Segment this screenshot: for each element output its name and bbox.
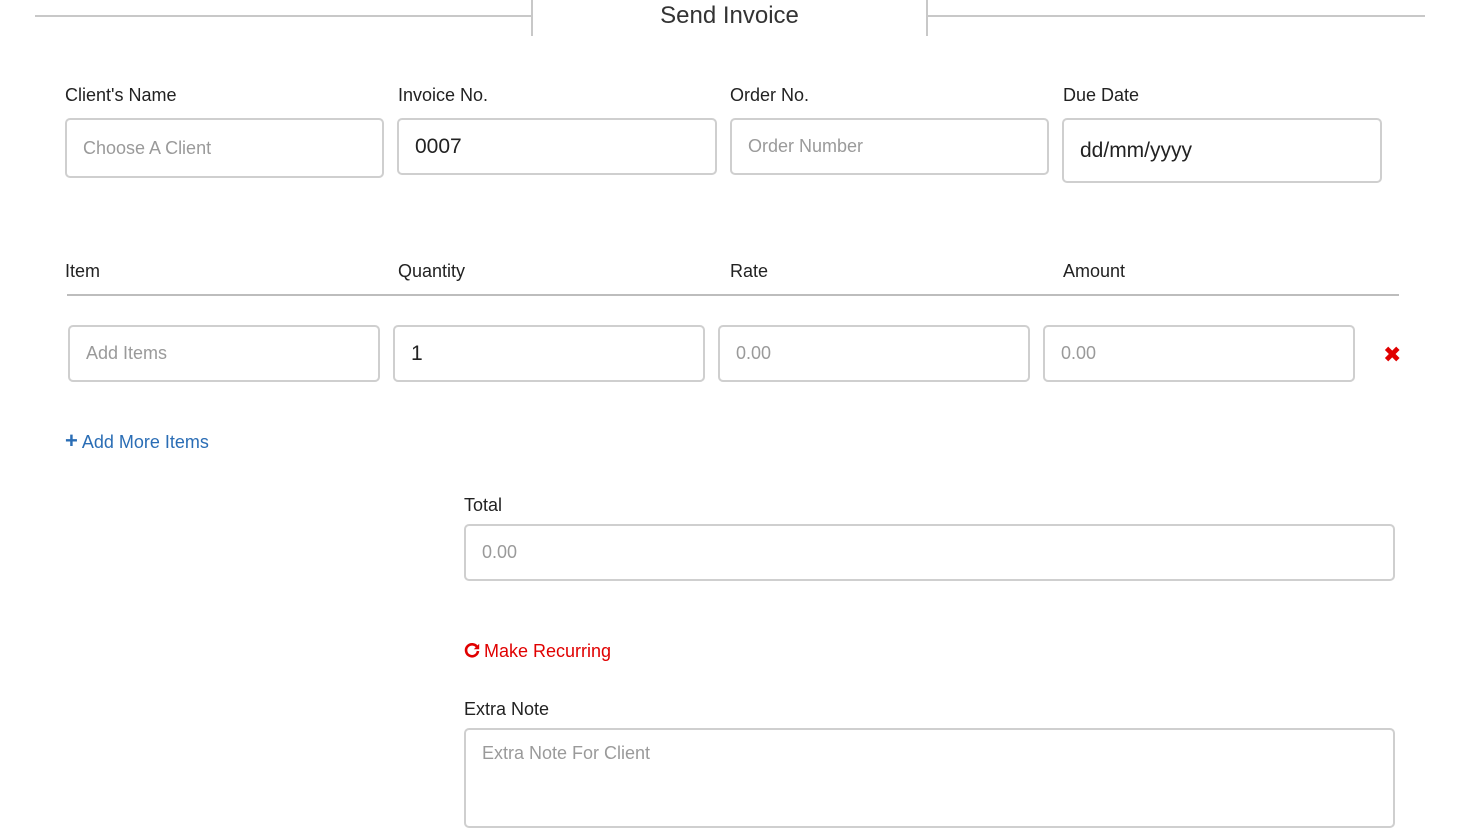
add-more-items-label: Add More Items	[81, 432, 209, 452]
extra-note-textarea[interactable]	[464, 728, 1395, 828]
item-input[interactable]	[68, 325, 380, 382]
total-input[interactable]	[464, 524, 1395, 581]
invoice-number-input[interactable]	[397, 118, 717, 175]
column-header-rate: Rate	[730, 261, 769, 281]
client-name-input[interactable]	[65, 118, 384, 178]
remove-item-button[interactable]: ✖	[1383, 344, 1401, 366]
plus-icon: +	[65, 428, 78, 453]
table-header-divider	[67, 294, 1399, 296]
rate-input[interactable]	[718, 325, 1030, 382]
quantity-input[interactable]	[393, 325, 705, 382]
client-name-label: Client's Name	[65, 85, 177, 105]
column-header-amount: Amount	[1063, 261, 1126, 281]
amount-input[interactable]	[1043, 325, 1355, 382]
due-date-label: Due Date	[1063, 85, 1140, 105]
due-date-input[interactable]: dd/mm/yyyy	[1062, 118, 1382, 183]
make-recurring-link[interactable]: Make Recurring	[464, 640, 611, 665]
order-number-input[interactable]	[730, 118, 1049, 175]
refresh-icon	[464, 642, 480, 665]
header-rule-left	[35, 15, 532, 17]
invoice-number-label: Invoice No.	[398, 85, 489, 105]
page-title: Send Invoice	[531, 0, 928, 36]
make-recurring-label: Make Recurring	[484, 641, 612, 661]
extra-note-label: Extra Note	[464, 699, 550, 719]
column-header-quantity: Quantity	[398, 261, 466, 281]
order-number-label: Order No.	[730, 85, 810, 105]
add-more-items-link[interactable]: + Add More Items	[65, 430, 209, 453]
header-rule-right	[928, 15, 1425, 17]
close-icon: ✖	[1383, 342, 1402, 367]
total-label: Total	[464, 495, 503, 515]
column-header-item: Item	[65, 261, 101, 281]
